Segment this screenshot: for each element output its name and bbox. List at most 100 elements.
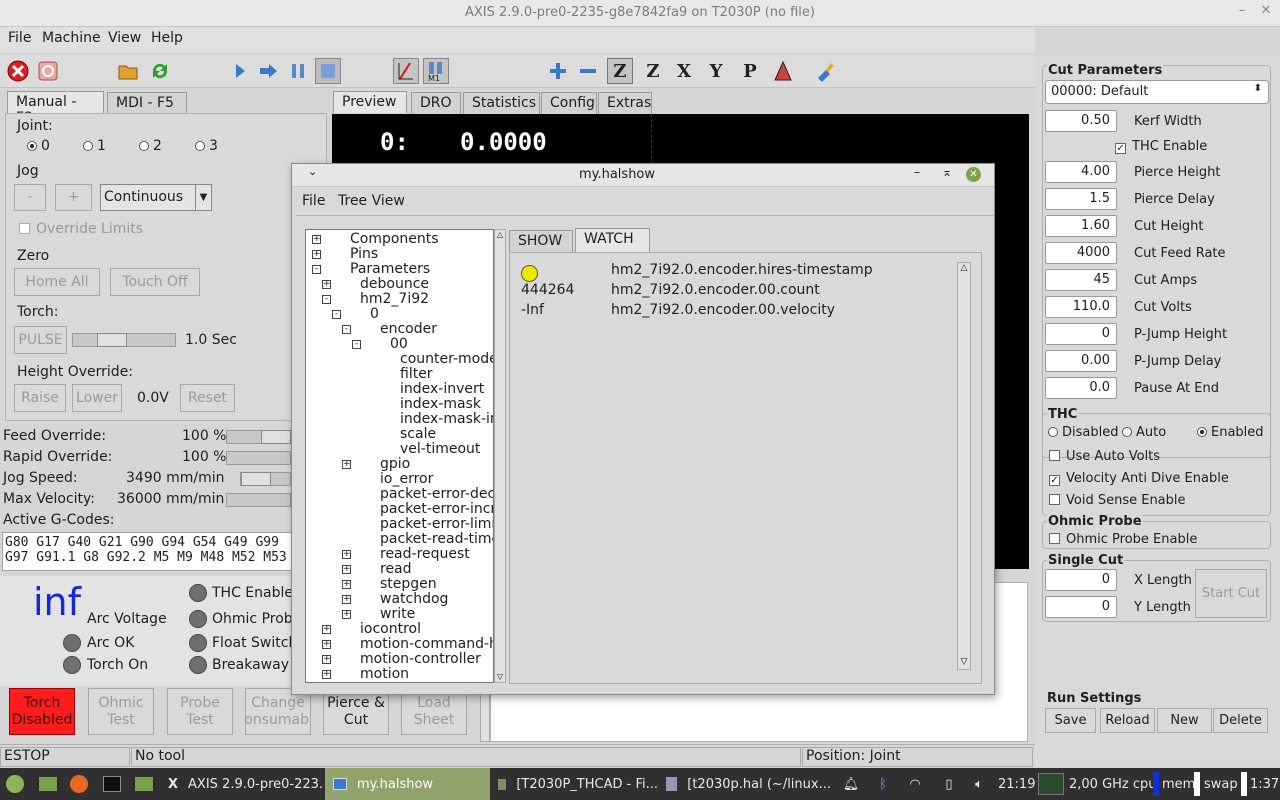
expand-icon[interactable]: + xyxy=(322,640,331,649)
toggle-skip-icon[interactable] xyxy=(393,58,419,84)
jog-plus-button[interactable]: + xyxy=(55,184,92,211)
task-axis[interactable]: X AXIS 2.9.0-pre0-223... xyxy=(160,768,322,800)
tab-preview[interactable]: Preview xyxy=(333,91,407,113)
tree-node[interactable]: packet-error-dec xyxy=(380,486,493,502)
menu-machine[interactable]: Machine xyxy=(42,30,101,46)
watch-scroll-down-icon[interactable]: ▽ xyxy=(958,657,970,669)
probe-test-button[interactable]: Probe Test xyxy=(167,688,233,735)
expand-icon[interactable]: + xyxy=(322,625,331,634)
halshow-minimize-icon[interactable]: – xyxy=(914,165,920,179)
material-select[interactable]: 00000: Default ⬍ xyxy=(1045,80,1269,104)
tree-node[interactable]: encoder xyxy=(380,321,437,337)
terminal-icon[interactable] xyxy=(101,768,123,800)
cut-amps-input[interactable]: 45 xyxy=(1045,269,1117,291)
collapse-icon[interactable]: - xyxy=(342,325,351,334)
delete-button[interactable]: Delete xyxy=(1213,708,1268,733)
pierce-height-input[interactable]: 4.00 xyxy=(1045,161,1117,183)
view-x-icon[interactable]: X xyxy=(671,58,697,84)
expand-icon[interactable]: + xyxy=(312,235,321,244)
volume-icon[interactable]: 🔈︎ xyxy=(968,768,990,800)
ohmic-test-button[interactable]: Ohmic Test xyxy=(88,688,154,735)
tab-dro[interactable]: DRO xyxy=(411,92,461,114)
use-auto-volts-checkbox[interactable]: Use Auto Volts xyxy=(1049,449,1160,464)
home-all-button[interactable]: Home All xyxy=(14,268,100,296)
scroll-down-icon[interactable]: ▽ xyxy=(495,672,505,682)
halshow-close-icon[interactable]: ✕ xyxy=(966,167,981,182)
joint-radio-2[interactable]: 2 xyxy=(139,138,162,154)
minimize-icon[interactable]: – xyxy=(1232,3,1252,23)
cut-height-input[interactable]: 1.60 xyxy=(1045,215,1117,237)
tree-node[interactable]: index-mask-in xyxy=(400,411,493,427)
tree-node[interactable]: 00 xyxy=(390,336,408,352)
expand-icon[interactable]: + xyxy=(342,595,351,604)
open-file-icon[interactable] xyxy=(115,58,141,84)
stop-icon[interactable] xyxy=(315,58,341,84)
collapse-icon[interactable]: - xyxy=(332,310,341,319)
power-icon[interactable] xyxy=(35,58,61,84)
thc-mode-enabled[interactable]: Enabled xyxy=(1197,425,1264,440)
clock[interactable]: 21:19 xyxy=(998,768,1035,800)
joint-radio-0[interactable]: 0 xyxy=(27,138,50,154)
zoom-out-icon[interactable] xyxy=(575,58,601,84)
tree-node[interactable]: 0 xyxy=(370,306,379,322)
scroll-up-icon[interactable]: △ xyxy=(495,230,505,240)
tree-node[interactable]: Parameters xyxy=(350,261,430,277)
expand-icon[interactable]: + xyxy=(322,670,331,679)
tree-node[interactable]: scale xyxy=(400,426,436,442)
battery-icon[interactable]: ▯ xyxy=(938,768,960,800)
vad-checkbox[interactable]: ✓ Velocity Anti Dive Enable xyxy=(1049,471,1229,486)
tree-node[interactable]: Components xyxy=(350,231,439,247)
tab-mdi[interactable]: MDI - F5 xyxy=(107,92,187,114)
tree-node[interactable]: packet-error-limi xyxy=(380,516,493,532)
collapse-icon[interactable]: - xyxy=(352,340,361,349)
pierce-delay-input[interactable]: 1.5 xyxy=(1045,188,1117,210)
raise-button[interactable]: Raise xyxy=(14,384,66,412)
view-z2-icon[interactable]: Z xyxy=(640,58,666,84)
expand-icon[interactable]: + xyxy=(342,580,351,589)
gcode-scrollbar[interactable] xyxy=(480,690,490,742)
tree-node[interactable]: index-mask xyxy=(400,396,481,412)
clear-plot-icon[interactable] xyxy=(812,58,838,84)
tree-node[interactable]: motion xyxy=(360,666,409,682)
estop-icon[interactable] xyxy=(5,58,31,84)
menu-help[interactable]: Help xyxy=(151,30,183,46)
collapse-icon[interactable]: - xyxy=(322,295,331,304)
jog-speed-slider[interactable] xyxy=(240,472,291,486)
expand-icon[interactable]: + xyxy=(322,655,331,664)
pause-icon[interactable] xyxy=(285,58,311,84)
pulse-button[interactable]: PULSE xyxy=(14,326,67,354)
max-velocity-slider[interactable] xyxy=(226,493,291,507)
tree-node[interactable]: packet-read-time xyxy=(380,531,493,547)
view-z-icon[interactable]: Z xyxy=(607,58,633,84)
tree-node[interactable]: vel-timeout xyxy=(400,441,480,457)
task-editor[interactable]: [t2030p.hal (~/linux... xyxy=(661,768,831,800)
lower-button[interactable]: Lower xyxy=(72,384,122,412)
tree-node[interactable]: packet-error-incr xyxy=(380,501,493,517)
thc-mode-auto[interactable]: Auto xyxy=(1122,425,1166,440)
wifi-icon[interactable]: ◠ xyxy=(904,768,926,800)
halshow-menu-tree-view[interactable]: Tree View xyxy=(338,193,405,209)
task-halshow[interactable]: my.halshow xyxy=(325,768,490,800)
tree-node[interactable]: read xyxy=(380,561,412,577)
feed-override-slider[interactable] xyxy=(226,430,291,444)
tree-node[interactable]: stepgen xyxy=(380,576,437,592)
tree-node[interactable]: gpio xyxy=(380,456,410,472)
void-sense-checkbox[interactable]: Void Sense Enable xyxy=(1049,493,1186,508)
cut-volts-input[interactable]: 110.0 xyxy=(1045,296,1117,318)
tree-node[interactable]: counter-mode xyxy=(400,351,493,367)
tab-extras[interactable]: Extras xyxy=(598,92,652,114)
x-length-input[interactable]: 0 xyxy=(1045,569,1117,591)
kerf-width-input[interactable]: 0.50 xyxy=(1045,110,1117,132)
start-menu-icon[interactable] xyxy=(4,768,26,800)
firefox-icon[interactable] xyxy=(68,768,90,800)
expand-icon[interactable]: + xyxy=(342,460,351,469)
collapse-icon[interactable]: - xyxy=(312,265,321,274)
tree-node[interactable]: hm2_7i92 xyxy=(360,291,429,307)
joint-radio-1[interactable]: 1 xyxy=(83,138,106,154)
watch-scrollbar[interactable]: △ ▽ xyxy=(957,262,971,670)
tree-node[interactable]: io_error xyxy=(380,471,433,487)
ohmic-enable-checkbox[interactable]: Ohmic Probe Enable xyxy=(1049,532,1197,547)
view-p-icon[interactable]: P xyxy=(737,58,763,84)
halshow-menu-file[interactable]: File xyxy=(302,193,325,209)
jog-minus-button[interactable]: - xyxy=(14,184,46,211)
